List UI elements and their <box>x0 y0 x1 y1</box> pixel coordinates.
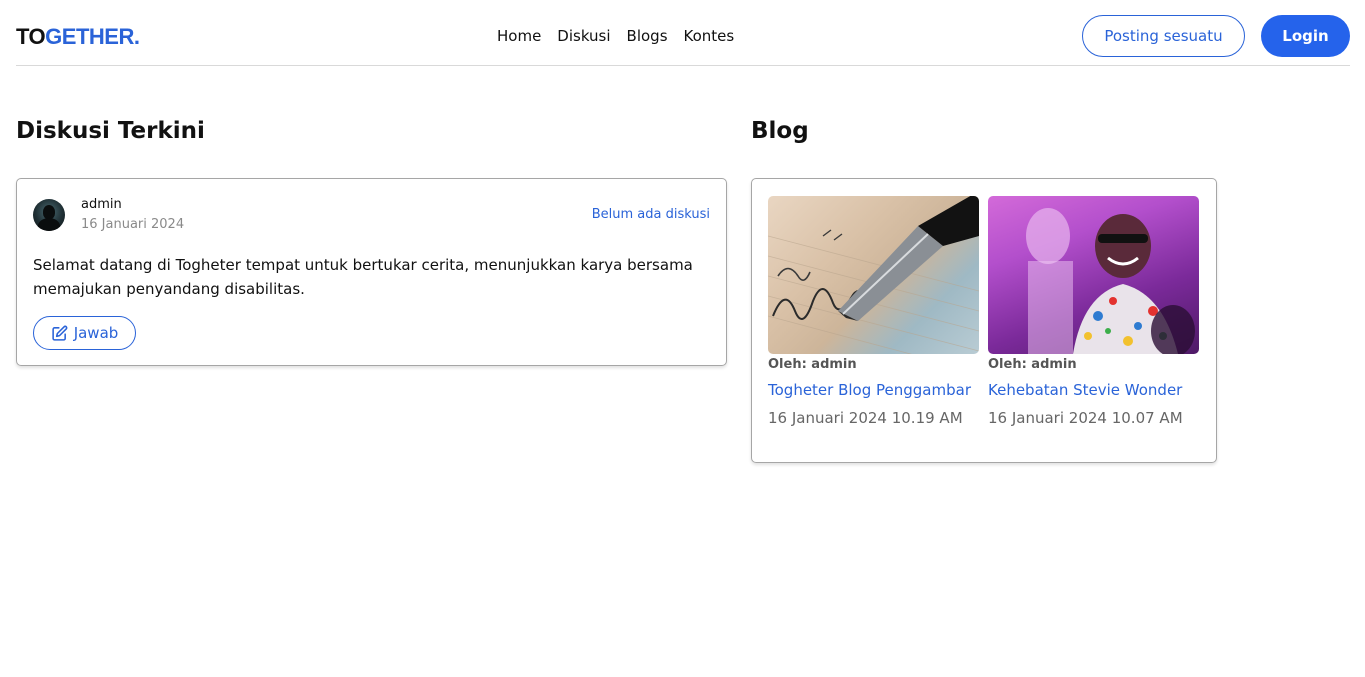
reply-label: Jawab <box>73 324 119 342</box>
top-navbar: TOGETHER. Home Diskusi Blogs Kontes Post… <box>16 0 1350 66</box>
discussion-author: admin <box>81 197 122 212</box>
post-something-button[interactable]: Posting sesuatu <box>1082 15 1245 57</box>
main-nav: Home Diskusi Blogs Kontes <box>497 27 734 45</box>
blog-section-title: Blog <box>751 118 809 144</box>
blog-title-link[interactable]: Togheter Blog Penggambar <box>768 381 980 399</box>
nav-blogs[interactable]: Blogs <box>627 27 668 45</box>
edit-icon <box>52 325 68 341</box>
logo-text-blue: GETHER. <box>45 24 140 49</box>
login-button[interactable]: Login <box>1261 15 1350 57</box>
logo-text-dark: TO <box>16 24 46 49</box>
discussion-text: Selamat datang di Togheter tempat untuk … <box>33 256 693 298</box>
blog-date: 16 Januari 2024 10.07 AM <box>988 409 1183 427</box>
blog-author: Oleh: admin <box>988 357 1077 372</box>
blog-thumbnail-stevie-wonder[interactable] <box>988 196 1199 354</box>
blog-author: Oleh: admin <box>768 357 857 372</box>
nav-diskusi[interactable]: Diskusi <box>557 27 610 45</box>
nav-kontes[interactable]: Kontes <box>684 27 735 45</box>
blog-date: 16 Januari 2024 10.19 AM <box>768 409 963 427</box>
discussion-status-link[interactable]: Belum ada diskusi <box>592 207 710 222</box>
blog-title-link[interactable]: Kehebatan Stevie Wonder <box>988 381 1200 399</box>
reply-button[interactable]: Jawab <box>33 316 136 350</box>
nav-home[interactable]: Home <box>497 27 541 45</box>
blog-item: Oleh: admin Kehebatan Stevie Wonder 16 J… <box>988 196 1200 427</box>
discussion-date: 16 Januari 2024 <box>81 217 185 232</box>
blog-card: Oleh: admin Togheter Blog Penggambar 16 … <box>751 178 1217 463</box>
avatar <box>33 199 65 231</box>
discussion-card: admin 16 Januari 2024 Belum ada diskusi … <box>16 178 727 366</box>
diskusi-section-title: Diskusi Terkini <box>16 118 205 144</box>
blog-thumbnail-pen[interactable] <box>768 196 979 354</box>
brand-logo[interactable]: TOGETHER. <box>16 24 140 50</box>
blog-item: Oleh: admin Togheter Blog Penggambar 16 … <box>768 196 980 427</box>
